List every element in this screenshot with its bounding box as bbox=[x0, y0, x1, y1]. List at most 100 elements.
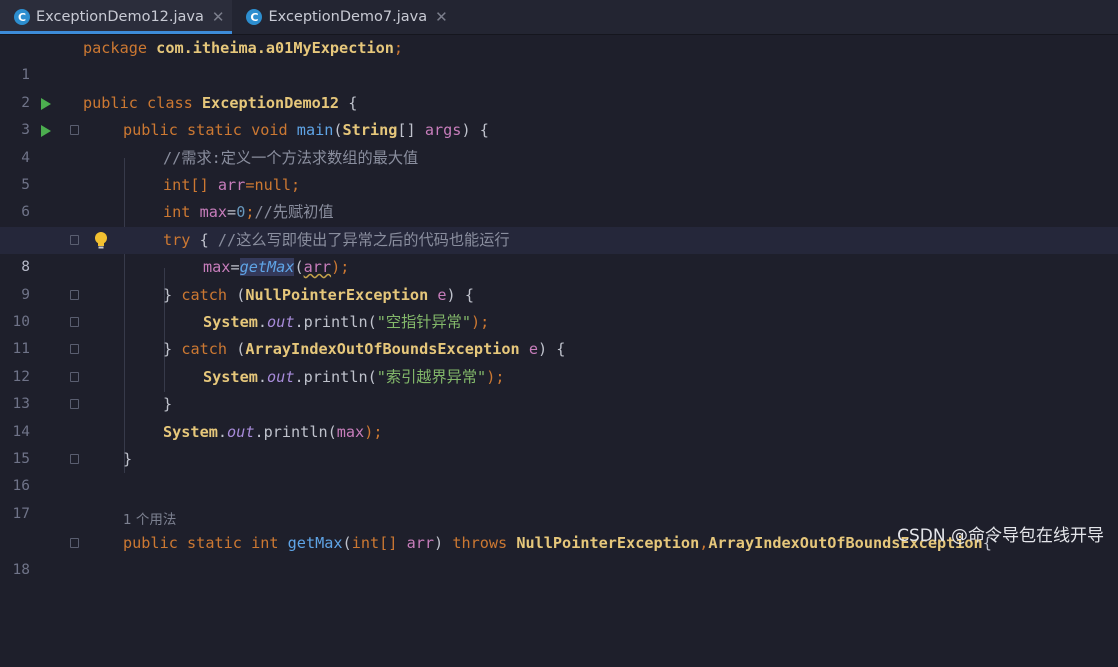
fold-icon[interactable] bbox=[70, 538, 79, 548]
fold-icon[interactable] bbox=[70, 344, 79, 355]
lightbulb-icon[interactable] bbox=[94, 231, 108, 250]
line-code: public static void main(String[] args) { bbox=[123, 117, 489, 144]
code-token: ) { bbox=[461, 121, 489, 140]
code-line[interactable]: 12 } catch (ArrayIndexOutOfBoundsExcepti… bbox=[0, 336, 1118, 384]
usage-hint[interactable]: 1 个用法 bbox=[123, 508, 176, 528]
code-token: arr bbox=[217, 176, 246, 194]
code-editor[interactable]: 1 package com.itheima.a01MyExpection; 2 … bbox=[0, 35, 1118, 578]
fold-icon[interactable] bbox=[70, 234, 79, 245]
code-token: int bbox=[251, 534, 279, 552]
line-code: System.out.println("索引越界异常"); bbox=[203, 364, 504, 391]
code-token: =null; bbox=[245, 176, 301, 194]
fold-icon[interactable] bbox=[70, 399, 79, 410]
watermark: CSDN @命令导包在线开导 bbox=[897, 526, 1104, 546]
run-icon[interactable] bbox=[41, 97, 51, 110]
tab-label: ExceptionDemo7.java bbox=[268, 9, 428, 25]
code-token: System bbox=[163, 422, 218, 441]
java-class-icon: C bbox=[246, 9, 263, 25]
code-token: = bbox=[230, 258, 240, 277]
line-code: public static int getMax(int[] arr) thro… bbox=[123, 530, 992, 557]
code-token: } bbox=[123, 450, 133, 468]
code-token: arr bbox=[303, 258, 332, 277]
run-icon[interactable] bbox=[41, 125, 51, 138]
code-line[interactable]: 15 System.out.println(max); bbox=[0, 419, 1118, 467]
comment: //需求:定义一个方法求数组的最大值 bbox=[163, 148, 419, 167]
code-token: ( bbox=[333, 121, 343, 140]
code-token: ); bbox=[486, 367, 505, 386]
code-token: arr bbox=[406, 534, 434, 552]
code-token: main bbox=[296, 121, 334, 140]
code-line-current[interactable]: 8 try { //这么写即使出了异常之后的代码也能运行 bbox=[0, 226, 1118, 275]
code-token: static bbox=[187, 534, 242, 552]
code-token: int[] bbox=[163, 176, 209, 194]
code-line[interactable]: 11 System.out.println("空指针异常"); bbox=[0, 309, 1118, 357]
string-literal: "空指针异常" bbox=[376, 313, 471, 331]
line-code: } catch (ArrayIndexOutOfBoundsException … bbox=[163, 336, 565, 363]
code-line[interactable]: 14 } bbox=[0, 391, 1118, 439]
line-code: public class ExceptionDemo12 { bbox=[83, 90, 357, 117]
fold-icon[interactable] bbox=[70, 289, 79, 300]
code-token: ArrayIndexOutOfBoundsException bbox=[245, 340, 520, 359]
line-code: max=getMax(arr); bbox=[203, 254, 349, 281]
line-number: 17 bbox=[12, 505, 30, 522]
class-name: ExceptionDemo12 bbox=[201, 93, 340, 112]
code-token: max bbox=[203, 258, 231, 277]
code-token: NullPointerException bbox=[516, 534, 700, 552]
close-icon[interactable]: ✕ bbox=[212, 8, 225, 26]
tab-exceptiondemo7[interactable]: C ExceptionDemo7.java ✕ bbox=[232, 0, 455, 34]
method-call: getMax bbox=[239, 258, 295, 277]
code-token: e bbox=[528, 340, 538, 359]
fold-icon[interactable] bbox=[70, 371, 79, 382]
code-token: 0 bbox=[236, 203, 246, 222]
code-line[interactable]: 5 //需求:定义一个方法求数组的最大值 bbox=[0, 145, 1118, 193]
code-token: . bbox=[257, 313, 268, 331]
code-token: String bbox=[342, 121, 398, 140]
line-code: System.out.println(max); bbox=[163, 419, 383, 446]
comment: //这么写即使出了异常之后的代码也能运行 bbox=[217, 230, 510, 249]
code-token: .println( bbox=[294, 367, 377, 386]
fold-icon[interactable] bbox=[70, 317, 79, 327]
code-token: ( bbox=[342, 534, 352, 552]
fold-icon[interactable] bbox=[70, 454, 79, 464]
code-line[interactable]: 1 package com.itheima.a01MyExpection; bbox=[0, 35, 1118, 83]
code-token: .println( bbox=[294, 313, 377, 331]
code-token: out bbox=[227, 422, 255, 441]
code-token: ; bbox=[245, 203, 255, 222]
code-token: public bbox=[123, 534, 178, 552]
code-line[interactable]: 3 public class ExceptionDemo12 { bbox=[0, 90, 1118, 138]
code-line[interactable]: 17 bbox=[0, 473, 1118, 522]
fold-icon[interactable] bbox=[70, 125, 79, 136]
tab-label: ExceptionDemo12.java bbox=[36, 9, 204, 25]
code-token: } bbox=[163, 395, 173, 414]
code-line[interactable]: 13 System.out.println("索引越界异常"); bbox=[0, 364, 1118, 412]
code-token: ( bbox=[236, 285, 246, 304]
code-token: ) bbox=[434, 534, 444, 552]
close-icon[interactable]: ✕ bbox=[435, 8, 448, 26]
code-token: { bbox=[199, 230, 209, 249]
code-token: .println( bbox=[254, 422, 337, 441]
code-token: ); bbox=[364, 422, 383, 441]
code-token: getMax bbox=[287, 534, 343, 552]
code-token: static bbox=[187, 121, 242, 140]
code-line[interactable]: 4 public static void main(String[] args)… bbox=[0, 117, 1118, 165]
code-token: ( bbox=[236, 340, 246, 359]
line-code: } catch (NullPointerException e) { bbox=[163, 282, 474, 309]
code-line[interactable]: 6 int[] arr=null; bbox=[0, 172, 1118, 220]
code-token: args bbox=[424, 121, 462, 140]
tab-exceptiondemo12[interactable]: C ExceptionDemo12.java ✕ bbox=[0, 0, 233, 34]
code-token: ) { bbox=[446, 285, 474, 304]
line-code: System.out.println("空指针异常"); bbox=[203, 309, 489, 336]
code-token: void bbox=[251, 121, 288, 140]
code-line[interactable]: 2 bbox=[0, 62, 1118, 111]
code-token: } bbox=[163, 340, 173, 359]
code-line[interactable]: 16 } bbox=[0, 446, 1118, 494]
code-line[interactable]: 10 } catch (NullPointerException e) { bbox=[0, 282, 1118, 330]
code-token: { bbox=[348, 93, 358, 112]
code-line[interactable]: 7 int max=0;//先赋初值 bbox=[0, 199, 1118, 247]
line-code: package com.itheima.a01MyExpection; bbox=[83, 35, 403, 62]
code-token: ); bbox=[331, 258, 350, 277]
line-code: } bbox=[163, 391, 172, 418]
code-token: NullPointerException bbox=[245, 285, 429, 304]
code-line[interactable]: 9 max=getMax(arr); bbox=[0, 254, 1118, 303]
code-token: } bbox=[163, 285, 173, 304]
